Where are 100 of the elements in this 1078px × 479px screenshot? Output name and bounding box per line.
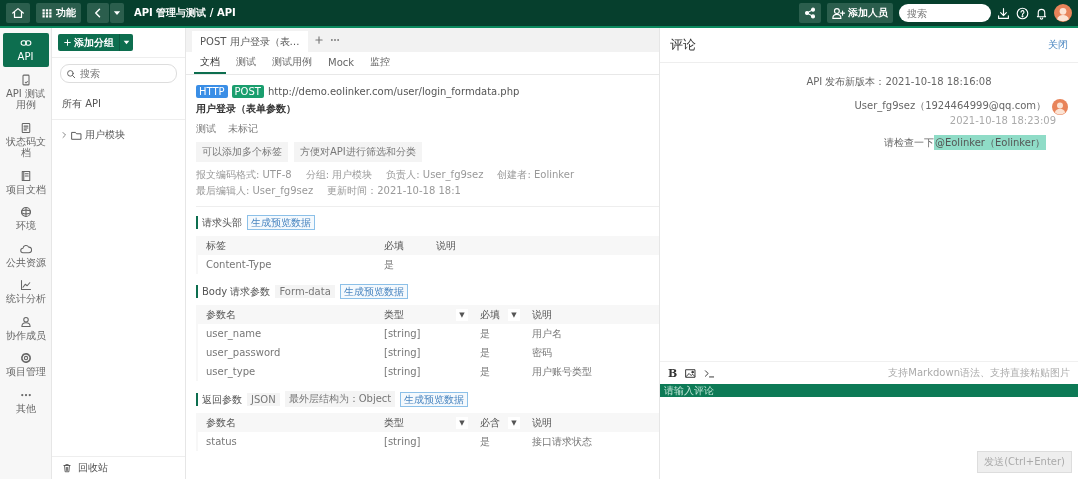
mark-label: 测试 xyxy=(196,122,216,136)
history-dropdown-button[interactable] xyxy=(110,3,124,23)
trash-icon xyxy=(62,463,72,473)
table-cell-text: [string] xyxy=(383,347,422,358)
bell-icon[interactable] xyxy=(1035,6,1048,20)
nav-item[interactable]: 环境 xyxy=(2,202,49,236)
function-button[interactable]: 功能 xyxy=(36,3,81,23)
add-group-button[interactable]: 添加分组 xyxy=(58,34,119,51)
nav-item[interactable]: API xyxy=(2,33,49,67)
nav-item[interactable]: 状态码文档 xyxy=(2,117,49,163)
meta-text: 更新时间：2021-10-18 18:1 xyxy=(327,184,461,198)
download-icon[interactable] xyxy=(997,6,1010,20)
comment-time: 2021-10-18 18:23:09 xyxy=(949,115,1056,126)
comment-text: 请检查一下@Eolinker（Eolinker） xyxy=(883,135,1046,150)
column-header: 说明 xyxy=(532,307,552,322)
column-header: 必填 xyxy=(480,307,500,322)
globe-icon xyxy=(19,206,32,218)
panel-title: 评论 xyxy=(670,36,696,54)
user-icon xyxy=(19,315,32,328)
tree-folder[interactable]: 用户模块 xyxy=(52,120,185,150)
nav-item[interactable]: API 测试用例 xyxy=(2,69,49,115)
doc-tab[interactable]: 监控 xyxy=(364,52,397,74)
table-cell-text: status xyxy=(205,436,238,447)
bold-button[interactable]: B xyxy=(668,366,678,380)
add-group-dropdown-button[interactable] xyxy=(119,34,133,51)
nav-item[interactable]: 项目管理 xyxy=(2,348,49,382)
preview-data-button[interactable]: 生成预览数据 xyxy=(339,284,408,299)
recycle-bin-button[interactable]: 回收站 xyxy=(52,456,185,479)
comment-input[interactable]: 请输入评论 xyxy=(660,384,1078,397)
meta-text: 创建者: Eolinker xyxy=(497,168,575,182)
api-tab[interactable]: POST 用户登录（表… xyxy=(192,31,308,52)
format-label: 最外层结构为：Object xyxy=(284,391,396,407)
add-member-button[interactable]: 添加人员 xyxy=(827,3,893,23)
method-tag: HTTP xyxy=(196,85,228,98)
column-header: 说明 xyxy=(532,415,552,430)
doc-tab[interactable]: 测试 xyxy=(230,52,262,74)
plus-icon xyxy=(63,38,72,47)
column-header: 参数名 xyxy=(206,415,236,430)
table-cell-text: 密码 xyxy=(531,345,553,360)
folder-icon xyxy=(71,129,82,141)
column-header: 必含 xyxy=(480,415,500,430)
format-label: JSON xyxy=(247,392,280,406)
table-cell-text: [string] xyxy=(383,328,422,339)
home-button[interactable] xyxy=(6,3,30,23)
mention-link[interactable]: @Eolinker（Eolinker） xyxy=(933,135,1046,150)
table-cell-text: 是 xyxy=(479,434,491,449)
tree-item[interactable]: 所有 API xyxy=(52,89,185,120)
help-icon[interactable] xyxy=(1016,6,1029,20)
table-cell-text: [string] xyxy=(383,366,422,377)
nav-item[interactable]: 项目文档 xyxy=(2,165,49,199)
nav-item[interactable]: 统计分析 xyxy=(2,275,49,309)
tag[interactable]: 可以添加多个标签 xyxy=(196,142,288,162)
close-link[interactable]: 关闭 xyxy=(1048,38,1068,52)
tag[interactable]: 方便对API进行筛选和分类 xyxy=(294,142,422,162)
doc-tab[interactable]: 测试用例 xyxy=(266,52,318,74)
method-tag: POST xyxy=(231,85,264,98)
doc-tab[interactable]: Mock xyxy=(322,52,361,74)
nav-item[interactable]: 其他 xyxy=(2,384,49,418)
search-field[interactable]: 搜索 xyxy=(899,4,991,22)
meta-text: 负责人: User_fg9sez xyxy=(386,168,484,182)
code-icon[interactable] xyxy=(704,367,716,379)
preview-data-button[interactable]: 生成预览数据 xyxy=(247,215,315,230)
meta-text: 分组: 用户模块 xyxy=(305,168,373,182)
table-cell-text: user_type xyxy=(205,366,257,377)
chart-icon xyxy=(19,279,32,291)
mark-value: 未标记 xyxy=(228,122,258,136)
home-icon xyxy=(11,6,25,20)
table-cell-text: 是 xyxy=(479,364,491,379)
image-icon[interactable] xyxy=(685,367,697,379)
table-cell-text: Content-Type xyxy=(205,259,273,270)
breadcrumb: API 管理与测试 / API xyxy=(134,6,236,20)
nav-item[interactable]: 公共资源 xyxy=(2,238,49,272)
section-title: Body 请求参数 xyxy=(196,285,271,298)
api-url: http://demo.eolinker.com/user/login_formdata.php xyxy=(267,86,520,97)
format-label: Form-data xyxy=(275,285,335,298)
table-cell-text: 是 xyxy=(479,345,491,360)
preview-data-button[interactable]: 生成预览数据 xyxy=(400,391,469,407)
table-cell-text: user_password xyxy=(205,347,282,358)
avatar-icon xyxy=(1052,99,1068,115)
grid-icon xyxy=(41,7,53,19)
table-cell-text: user_name xyxy=(205,328,263,339)
back-button[interactable] xyxy=(87,3,109,23)
table-cell-text: 接口请求状态 xyxy=(531,434,593,449)
share-button[interactable] xyxy=(799,3,821,23)
editor-hint: 支持Markdown语法、支持直接粘贴图片 xyxy=(888,366,1070,380)
table-cell-text: 用户名 xyxy=(531,326,563,341)
add-tab-icon[interactable] xyxy=(313,35,324,45)
section-title: 返回参数 xyxy=(196,392,242,406)
system-message: API 发布新版本：2021-10-18 18:16:08 xyxy=(806,75,992,89)
gear-icon xyxy=(19,352,32,364)
column-header: 标签 xyxy=(206,238,226,253)
search-field[interactable]: 搜索 xyxy=(60,64,177,83)
doc-tab[interactable]: 文档 xyxy=(194,52,226,74)
column-header: 参数名 xyxy=(206,307,236,322)
nav-item[interactable]: 协作成员 xyxy=(2,311,49,345)
share-icon xyxy=(804,7,816,19)
column-header: 必填 xyxy=(384,238,404,253)
table-cell-text: [string] xyxy=(383,436,422,447)
document-icon xyxy=(19,121,32,134)
link-icon xyxy=(19,37,32,49)
